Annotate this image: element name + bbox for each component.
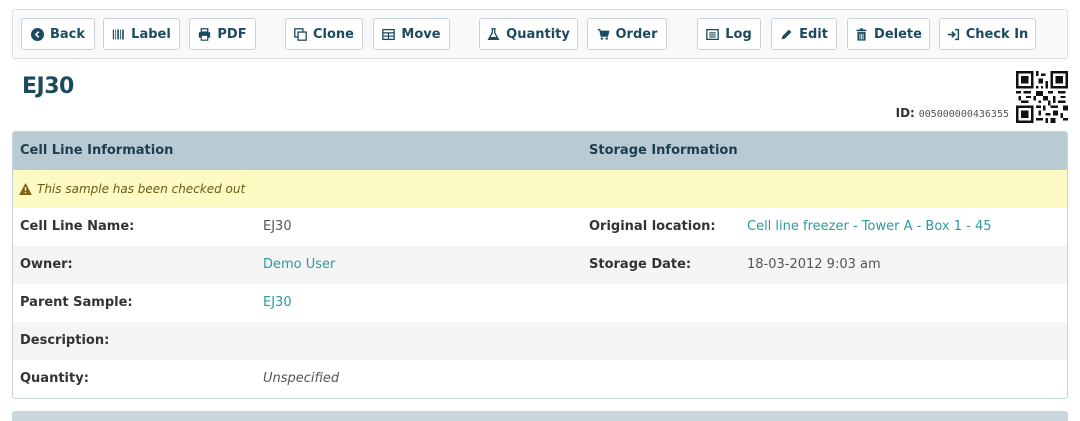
description-label: Description: <box>20 333 110 348</box>
back-label: Back <box>49 26 86 42</box>
next-panel-header <box>12 411 1068 421</box>
order-label: Order <box>615 26 658 42</box>
alert-text: This sample has been checked out <box>37 182 246 196</box>
parent-sample-link[interactable]: EJ30 <box>263 295 292 310</box>
detail-row: Quantity: Unspecified <box>13 360 1067 398</box>
qr-code-icon <box>1016 71 1068 123</box>
check-in-label: Check In <box>965 26 1029 42</box>
pdf-button[interactable]: PDF <box>189 18 256 50</box>
log-label: Log <box>725 26 752 42</box>
table-grid-icon <box>382 28 396 40</box>
log-button[interactable]: Log <box>697 18 761 50</box>
check-in-button[interactable]: Check In <box>939 18 1036 50</box>
original-location-link[interactable]: Cell line freezer - Tower A - Box 1 - 45 <box>747 219 992 234</box>
clone-button[interactable]: Clone <box>285 18 363 50</box>
cell-line-panel: Cell Line Information Storage Informatio… <box>12 131 1068 399</box>
sample-id-label: ID: <box>895 106 915 120</box>
parent-sample-label: Parent Sample: <box>20 295 133 310</box>
storage-info-heading: Storage Information <box>589 143 738 158</box>
quantity-value: Unspecified <box>263 371 340 386</box>
label-button[interactable]: Label <box>103 18 180 50</box>
label-label: Label <box>131 26 171 42</box>
pdf-label: PDF <box>217 26 247 42</box>
cell-line-info-heading: Cell Line Information <box>20 143 174 158</box>
trash-icon <box>856 27 867 41</box>
panel-header: Cell Line Information Storage Informatio… <box>13 132 1067 170</box>
flask-icon <box>487 27 500 40</box>
sample-id: ID: 005000000436355 <box>896 106 1009 120</box>
list-icon <box>706 28 720 40</box>
delete-label: Delete <box>874 26 922 42</box>
barcode-icon <box>112 29 124 39</box>
quantity-label: Quantity <box>506 26 570 42</box>
warning-icon <box>19 183 32 195</box>
page-title: EJ30 <box>22 74 74 99</box>
clone-label: Clone <box>313 26 354 42</box>
cell-line-name-value: EJ30 <box>263 219 292 234</box>
storage-date-label: Storage Date: <box>589 257 692 272</box>
edit-label: Edit <box>799 26 828 42</box>
pencil-icon <box>781 29 792 39</box>
detail-row: Parent Sample: EJ30 <box>13 284 1067 322</box>
move-label: Move <box>401 26 441 42</box>
sign-in-icon <box>947 28 959 40</box>
cell-line-name-label: Cell Line Name: <box>20 219 135 234</box>
back-button[interactable]: Back <box>21 18 95 50</box>
print-icon <box>199 27 211 41</box>
copy-icon <box>294 27 307 41</box>
owner-label: Owner: <box>20 257 73 272</box>
quantity-button[interactable]: Quantity <box>479 18 578 50</box>
action-toolbar: Back Label PDF Clone Move Quantity Order… <box>12 9 1068 59</box>
quantity-label: Quantity: <box>20 371 89 386</box>
original-location-label: Original location: <box>589 219 716 234</box>
sample-id-value: 005000000436355 <box>918 109 1009 120</box>
delete-button[interactable]: Delete <box>847 18 930 50</box>
storage-date-value: 18-03-2012 9:03 am <box>747 257 881 272</box>
edit-button[interactable]: Edit <box>771 18 837 50</box>
owner-link[interactable]: Demo User <box>263 257 335 272</box>
shopping-cart-icon <box>597 28 610 40</box>
order-button[interactable]: Order <box>587 18 667 50</box>
checked-out-alert: This sample has been checked out <box>13 170 1067 208</box>
detail-row: Description: <box>13 322 1067 360</box>
arrow-left-circle-icon <box>30 27 44 41</box>
move-button[interactable]: Move <box>373 18 450 50</box>
detail-row: Owner: Demo User Storage Date: 18-03-201… <box>13 246 1067 284</box>
detail-row: Cell Line Name: EJ30 Original location: … <box>13 208 1067 246</box>
